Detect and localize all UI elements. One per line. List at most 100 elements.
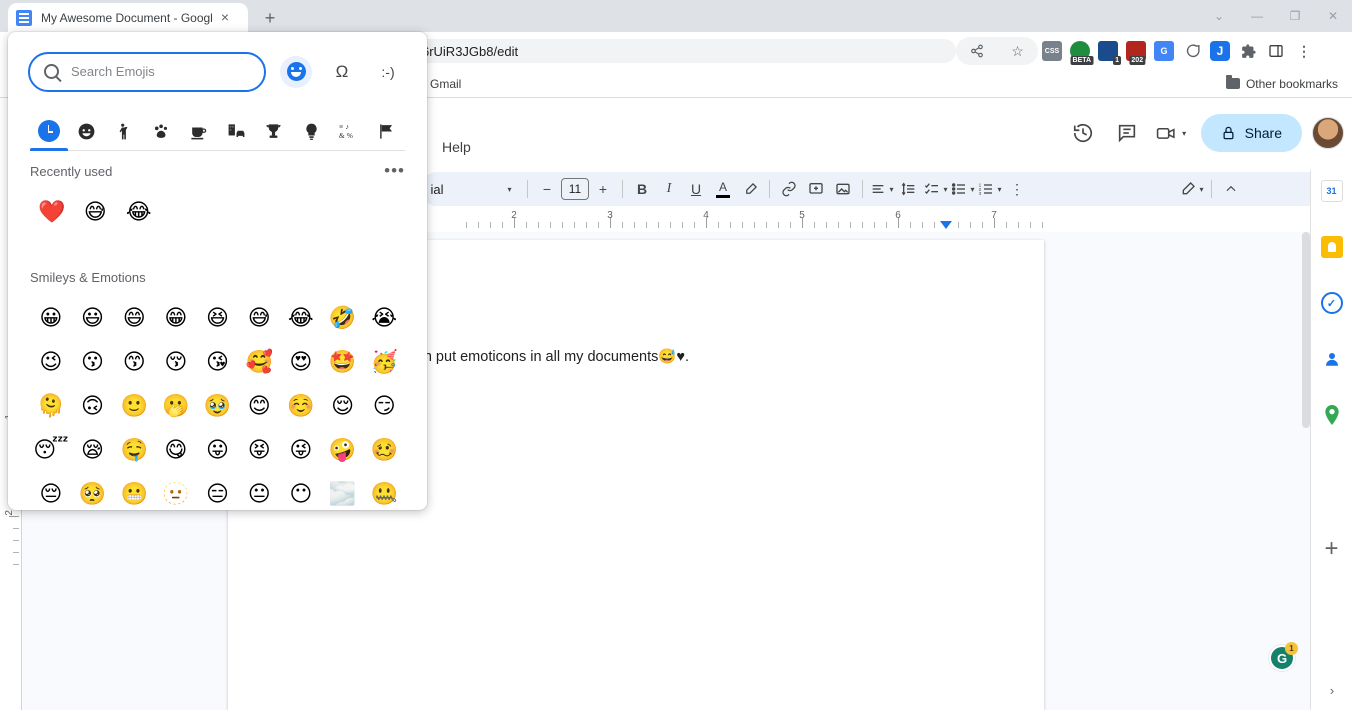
tab-search-icon[interactable]: ⌄ bbox=[1200, 0, 1238, 32]
emoji-item[interactable]: 😜 bbox=[280, 429, 322, 473]
insert-link-button[interactable] bbox=[776, 176, 802, 202]
emoji-item[interactable]: 😃 bbox=[72, 297, 114, 341]
emoji-item[interactable]: 😂 bbox=[117, 191, 161, 235]
emoji-item[interactable]: 😪 bbox=[72, 429, 114, 473]
google-calendar-icon[interactable]: 31 bbox=[1321, 180, 1343, 202]
emoji-item[interactable]: 🫠 bbox=[30, 385, 72, 429]
checklist-button[interactable]: ▾ bbox=[923, 176, 949, 202]
grammarly-button[interactable]: G 1 bbox=[1268, 644, 1296, 672]
side-panel-icon[interactable] bbox=[1266, 41, 1286, 61]
recently-used-more-button[interactable]: ••• bbox=[384, 161, 405, 181]
emoji-item[interactable]: 😅 bbox=[238, 297, 280, 341]
align-button[interactable]: ▾ bbox=[869, 176, 895, 202]
emoji-item[interactable]: 🤪 bbox=[322, 429, 364, 473]
emoticons-mode-button[interactable]: :-) bbox=[372, 56, 404, 88]
google-keep-icon[interactable] bbox=[1321, 236, 1343, 258]
emoji-item[interactable]: 😆 bbox=[197, 297, 239, 341]
browser-tab[interactable]: My Awesome Document - Googl × bbox=[8, 3, 248, 32]
emoji-item[interactable]: 😑 bbox=[197, 473, 239, 509]
emoji-item[interactable]: 🥳 bbox=[363, 341, 405, 385]
font-family-selector[interactable]: ial bbox=[424, 176, 450, 202]
numbered-list-caret-icon[interactable]: ▾ bbox=[997, 185, 1001, 194]
emoji-item[interactable]: 🙂 bbox=[113, 385, 155, 429]
bookmark-gmail[interactable]: Gmail bbox=[424, 77, 467, 91]
checklist-caret-icon[interactable]: ▾ bbox=[943, 185, 947, 194]
emoji-item[interactable]: 😀 bbox=[30, 297, 72, 341]
emoji-item[interactable]: 😛 bbox=[197, 429, 239, 473]
highlight-color-button[interactable] bbox=[737, 176, 763, 202]
horizontal-ruler[interactable]: 234567 bbox=[420, 210, 1332, 232]
emoji-item[interactable]: 😔 bbox=[30, 473, 72, 509]
italic-button[interactable]: I bbox=[656, 176, 682, 202]
emoji-item[interactable]: 😉 bbox=[30, 341, 72, 385]
extensions-puzzle-icon[interactable] bbox=[1238, 41, 1258, 61]
meet-dropdown-caret[interactable]: ▾ bbox=[1182, 129, 1186, 138]
share-icon[interactable] bbox=[967, 41, 987, 61]
text-color-button[interactable]: A bbox=[710, 176, 736, 202]
google-translate-extension[interactable]: G bbox=[1154, 41, 1174, 61]
share-button[interactable]: Share bbox=[1201, 114, 1302, 152]
bold-button[interactable]: B bbox=[629, 176, 655, 202]
emoji-item[interactable]: 🫥 bbox=[155, 473, 197, 509]
emoji-item[interactable]: 😏 bbox=[363, 385, 405, 429]
indent-marker[interactable] bbox=[940, 221, 952, 229]
emoji-item[interactable]: 😘 bbox=[197, 341, 239, 385]
insert-image-button[interactable] bbox=[830, 176, 856, 202]
emoji-item[interactable]: 😭 bbox=[363, 297, 405, 341]
category-objects[interactable] bbox=[293, 112, 331, 150]
google-tasks-icon[interactable]: ✓ bbox=[1321, 292, 1343, 314]
font-size-input[interactable]: 11 bbox=[561, 178, 589, 200]
bulleted-list-button[interactable]: ▾ bbox=[950, 176, 976, 202]
minimize-icon[interactable]: — bbox=[1238, 0, 1276, 32]
emoji-item[interactable]: 🙃 bbox=[72, 385, 114, 429]
emoji-item[interactable]: 😊 bbox=[238, 385, 280, 429]
category-animals-nature[interactable] bbox=[143, 112, 181, 150]
other-bookmarks-button[interactable]: Other bookmarks bbox=[1220, 77, 1344, 91]
emoji-item[interactable]: 😗 bbox=[72, 341, 114, 385]
collapse-toolbar-button[interactable] bbox=[1218, 176, 1244, 202]
emoji-item[interactable]: 😄 bbox=[113, 297, 155, 341]
pocket-extension[interactable]: 1 bbox=[1098, 41, 1118, 61]
emoji-item[interactable]: 😅 bbox=[74, 191, 118, 235]
emoji-item[interactable]: 😁 bbox=[155, 297, 197, 341]
chat-bubble-extension[interactable] bbox=[1182, 41, 1202, 61]
add-comment-button[interactable] bbox=[803, 176, 829, 202]
comment-history-icon[interactable] bbox=[1107, 113, 1147, 153]
category-recently-used[interactable] bbox=[30, 112, 68, 150]
category-activities[interactable] bbox=[255, 112, 293, 150]
emoji-item[interactable]: 😴 bbox=[30, 429, 72, 473]
picker-body[interactable]: Recently used ••• ❤️ 😅 😂 Smileys & Emoti… bbox=[8, 151, 427, 509]
emoji-item[interactable]: 😋 bbox=[155, 429, 197, 473]
emoji-item[interactable]: 😝 bbox=[238, 429, 280, 473]
bulleted-list-caret-icon[interactable]: ▾ bbox=[970, 185, 974, 194]
category-symbols[interactable]: ≡ ♪ & % bbox=[330, 112, 368, 150]
avatar[interactable] bbox=[1312, 117, 1344, 149]
beta-extension[interactable]: BETA bbox=[1070, 41, 1090, 61]
tab-close-icon[interactable]: × bbox=[217, 10, 233, 26]
emoji-item[interactable]: 😐 bbox=[238, 473, 280, 509]
font-family-caret-icon[interactable]: ▾ bbox=[495, 176, 521, 202]
emoji-mode-button[interactable] bbox=[280, 56, 312, 88]
decrease-font-size-button[interactable]: − bbox=[534, 176, 560, 202]
align-caret-icon[interactable]: ▾ bbox=[889, 185, 893, 194]
emoji-item[interactable]: 🤩 bbox=[322, 341, 364, 385]
toolbox-extension[interactable]: 202 bbox=[1126, 41, 1146, 61]
emoji-item[interactable]: 😍 bbox=[280, 341, 322, 385]
emoji-item[interactable]: 😬 bbox=[113, 473, 155, 509]
emoji-item[interactable]: 🤐 bbox=[363, 473, 405, 509]
category-smileys[interactable] bbox=[68, 112, 106, 150]
increase-font-size-button[interactable]: + bbox=[590, 176, 616, 202]
document-scrollbar[interactable] bbox=[1302, 232, 1310, 710]
jira-extension[interactable]: J bbox=[1210, 41, 1230, 61]
close-window-icon[interactable]: ✕ bbox=[1314, 0, 1352, 32]
google-contacts-icon[interactable] bbox=[1321, 348, 1343, 370]
menu-help[interactable]: Help bbox=[442, 139, 471, 155]
category-travel-places[interactable] bbox=[218, 112, 256, 150]
emoji-item[interactable]: 🤤 bbox=[113, 429, 155, 473]
emoji-item[interactable]: ❤️ bbox=[30, 191, 74, 235]
meet-video-icon[interactable]: ▾ bbox=[1151, 113, 1191, 153]
search-input[interactable]: Search Emojis bbox=[28, 52, 266, 92]
editing-mode-caret-icon[interactable]: ▾ bbox=[1199, 185, 1203, 194]
line-spacing-button[interactable] bbox=[896, 176, 922, 202]
emoji-item[interactable]: 🥺 bbox=[72, 473, 114, 509]
